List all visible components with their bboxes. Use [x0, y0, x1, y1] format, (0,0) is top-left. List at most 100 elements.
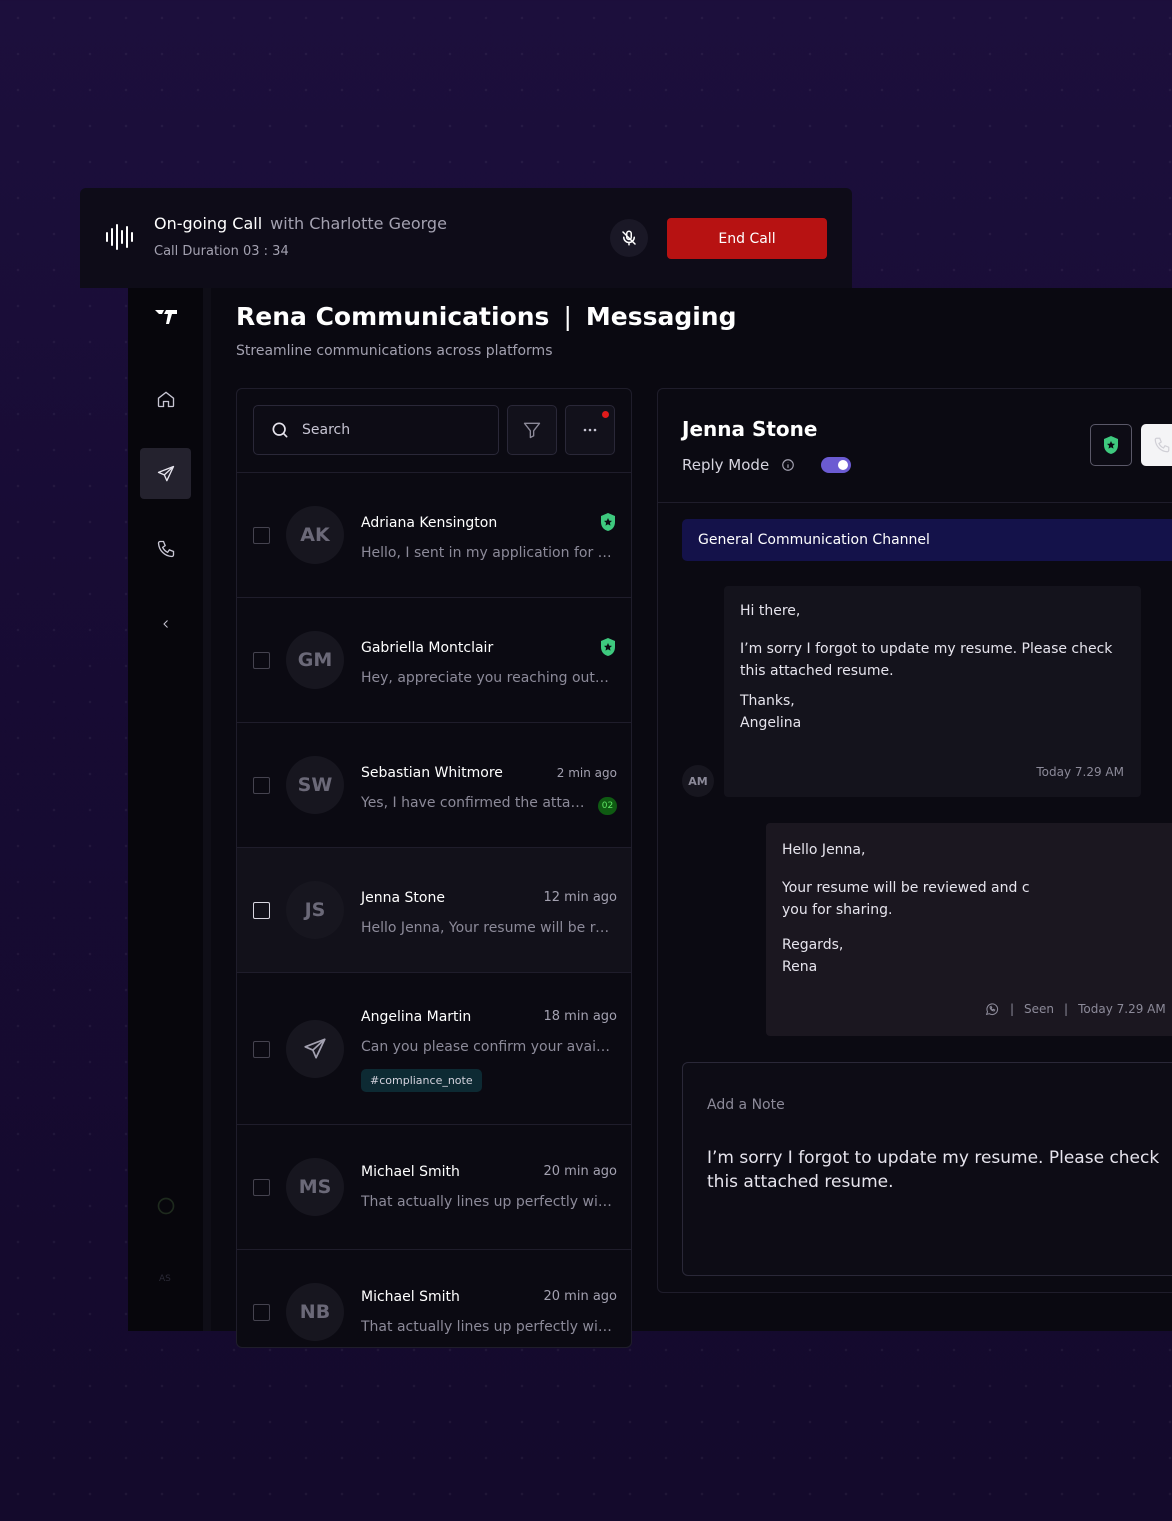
end-call-button[interactable]: End Call — [667, 218, 827, 259]
whatsapp-icon — [985, 1003, 999, 1016]
incoming-message: Hi there, I’m sorry I forgot to update m… — [724, 586, 1141, 797]
filter-icon — [523, 422, 541, 439]
conversation-time: 2 min ago — [556, 766, 617, 780]
chat-panel: Jenna Stone Reply Mode General Communica… — [657, 388, 1172, 1293]
call-duration: Call Duration 03 : 34 — [154, 244, 289, 259]
search-box[interactable] — [253, 405, 499, 455]
conversation-name: Michael Smith — [361, 1289, 460, 1305]
user-avatar[interactable]: AS — [159, 1274, 171, 1284]
conversation-checkbox[interactable] — [253, 1179, 270, 1196]
search-icon — [272, 422, 288, 438]
phone-icon — [1154, 437, 1170, 453]
conversation-item[interactable]: Angelina Martin 18 min ago Can you pleas… — [237, 972, 631, 1124]
outgoing-message: Hello Jenna, Your resume will be reviewe… — [766, 823, 1172, 1036]
avatar: AM — [682, 765, 714, 797]
avatar: JS — [286, 881, 344, 939]
avatar: MS — [286, 1158, 344, 1216]
conversation-name: Gabriella Montclair — [361, 640, 494, 656]
info-icon[interactable] — [781, 458, 795, 472]
conversation-time: 20 min ago — [543, 1289, 618, 1304]
message-time: Today 7.29 AM — [1036, 765, 1124, 779]
conversation-name: Michael Smith — [361, 1164, 460, 1180]
page-subtitle: Streamline communications across platfor… — [236, 343, 553, 359]
conversation-name: Jenna Stone — [361, 890, 445, 906]
more-options-button[interactable] — [565, 405, 615, 455]
collapse-sidebar-button[interactable] — [140, 598, 191, 649]
conversation-preview: Hello Jenna, Your resume will be reviewe… — [361, 920, 613, 936]
brand-logo-icon — [154, 308, 178, 330]
avatar: NB — [286, 1283, 344, 1341]
reply-mode-row: Reply Mode — [682, 456, 852, 474]
note-label: Add a Note — [707, 1097, 785, 1113]
unread-count-badge: 02 — [598, 797, 617, 815]
sidebar-divider — [203, 288, 211, 1331]
conversation-item-selected[interactable]: JS Jenna Stone 12 min ago Hello Jenna, Y… — [237, 847, 631, 972]
shield-icon — [601, 638, 615, 656]
conversation-time: 18 min ago — [543, 1009, 618, 1024]
conversation-checkbox[interactable] — [253, 1041, 270, 1058]
conversation-item[interactable]: SW Sebastian Whitmore 2 min ago Yes, I h… — [237, 722, 631, 847]
reply-mode-label: Reply Mode — [682, 456, 770, 474]
conversation-item[interactable]: AK Adriana Kensington Hello, I sent in m… — [237, 472, 631, 597]
send-icon — [157, 465, 174, 481]
home-icon — [157, 390, 174, 407]
compliance-tag[interactable]: #compliance_note — [361, 1069, 482, 1092]
call-contact-button[interactable] — [1141, 424, 1172, 466]
note-text[interactable]: I’m sorry I forgot to update my resume. … — [707, 1146, 1172, 1194]
message-meta: | Seen | Today 7.29 AM — [984, 1001, 1166, 1017]
shield-icon — [1104, 436, 1118, 454]
chevron-left-icon — [162, 619, 168, 628]
mute-microphone-button[interactable] — [610, 219, 648, 257]
add-note-box[interactable]: Add a Note I’m sorry I forgot to update … — [682, 1062, 1172, 1276]
call-title: On-going Call with Charlotte George — [154, 214, 447, 233]
chat-header: Jenna Stone Reply Mode — [658, 389, 1172, 503]
notification-dot — [602, 411, 609, 418]
conversation-checkbox[interactable] — [253, 1304, 270, 1321]
conversation-checkbox[interactable] — [253, 527, 270, 544]
conversation-preview: Hey, appreciate you reaching out to me — [361, 670, 613, 686]
phone-icon — [157, 540, 174, 557]
message-time: Today 7.29 AM — [1078, 1002, 1166, 1016]
conversation-time: 20 min ago — [543, 1164, 618, 1179]
conversation-preview: That actually lines up perfectly with my… — [361, 1319, 613, 1335]
conversation-preview: Can you please confirm your availability — [361, 1039, 613, 1055]
conversation-checkbox[interactable] — [253, 652, 270, 669]
filter-button[interactable] — [507, 405, 557, 455]
conversation-checkbox[interactable] — [253, 902, 270, 919]
shield-icon — [601, 513, 615, 531]
avatar: SW — [286, 756, 344, 814]
sidebar-item-home[interactable] — [140, 373, 191, 424]
page-title: Rena Communications | Messaging — [236, 302, 737, 331]
conversation-item[interactable]: GM Gabriella Montclair Hey, appreciate y… — [237, 597, 631, 722]
audio-wave-icon — [106, 224, 133, 250]
send-icon — [304, 1038, 326, 1059]
more-horizontal-icon — [583, 428, 597, 432]
status-icon[interactable] — [156, 1196, 176, 1219]
search-input[interactable] — [300, 421, 470, 439]
sidebar: AS — [128, 288, 203, 1331]
sidebar-item-calls[interactable] — [140, 523, 191, 574]
conversation-preview: That actually lines up perfectly with my… — [361, 1194, 613, 1210]
conversation-preview: Hello, I sent in my application for the … — [361, 545, 613, 561]
avatar — [286, 1020, 344, 1078]
conversation-name: Sebastian Whitmore — [361, 765, 503, 781]
microphone-off-icon — [622, 230, 636, 246]
compliance-shield-button[interactable] — [1090, 424, 1132, 466]
conversation-list-panel: AK Adriana Kensington Hello, I sent in m… — [236, 388, 632, 1348]
ongoing-call-bar: On-going Call with Charlotte George Call … — [80, 188, 852, 288]
conversation-time: 12 min ago — [543, 890, 618, 905]
conversation-preview: Yes, I have confirmed the attached detai… — [361, 795, 589, 811]
channel-label: General Communication Channel — [682, 519, 1172, 561]
conversation-name: Adriana Kensington — [361, 515, 498, 531]
app-window: AS Rena Communications | Messaging Streaml… — [128, 288, 1172, 1348]
seen-status: Seen — [1024, 1002, 1055, 1016]
avatar: GM — [286, 631, 344, 689]
reply-mode-toggle[interactable] — [821, 457, 852, 473]
contact-name: Jenna Stone — [682, 417, 818, 441]
conversation-checkbox[interactable] — [253, 777, 270, 794]
conversation-name: Angelina Martin — [361, 1009, 472, 1025]
avatar: AK — [286, 506, 344, 564]
conversation-item[interactable]: NB Michael Smith 20 min ago That actuall… — [237, 1249, 631, 1347]
conversation-item[interactable]: MS Michael Smith 20 min ago That actuall… — [237, 1124, 631, 1249]
sidebar-item-messaging[interactable] — [140, 448, 191, 499]
